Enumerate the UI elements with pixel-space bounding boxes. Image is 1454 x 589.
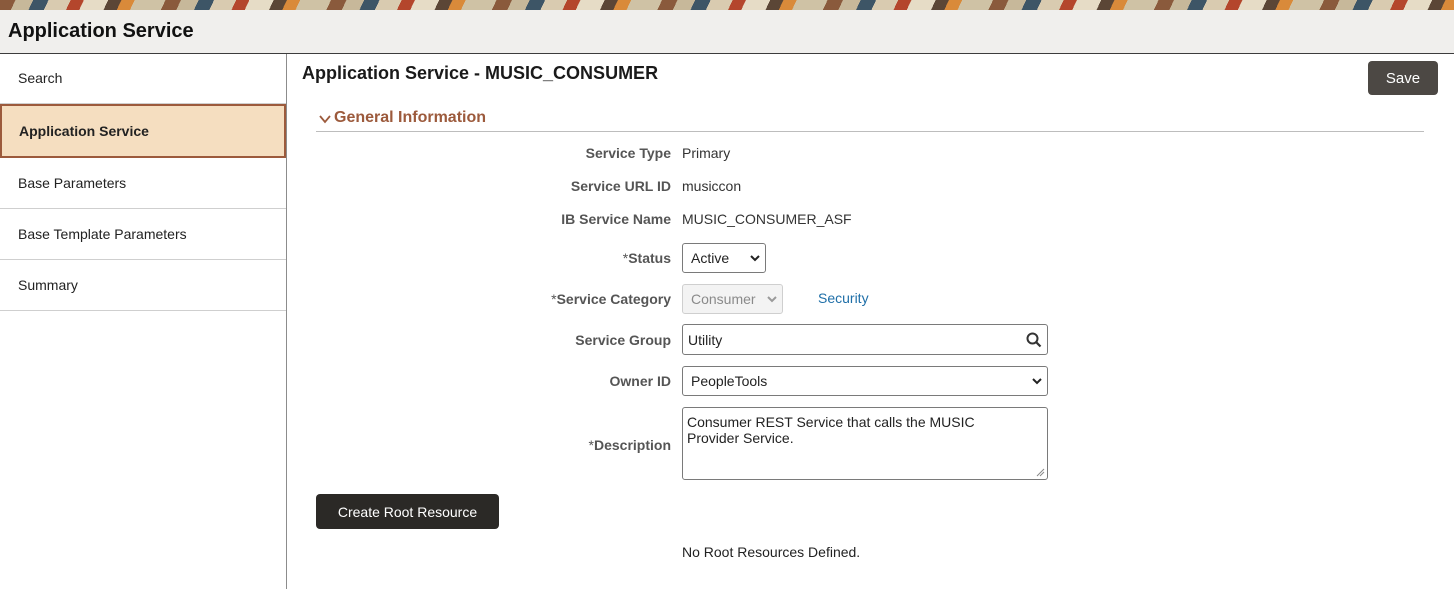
- service-category-select: Consumer: [682, 284, 783, 314]
- sidebar-item-application-service[interactable]: Application Service: [0, 104, 286, 158]
- empty-message: No Root Resources Defined.: [682, 544, 861, 560]
- main-content: Application Service - MUSIC_CONSUMER Sav…: [288, 54, 1454, 589]
- service-category-label-text: Service Category: [556, 291, 671, 307]
- description-label-text: Description: [593, 437, 671, 453]
- description-textarea[interactable]: Consumer REST Service that calls the MUS…: [682, 407, 1048, 480]
- service-group-value: Utility: [688, 332, 723, 348]
- chevron-down-icon: [750, 255, 760, 262]
- sidebar-item-base-template-parameters[interactable]: Base Template Parameters: [0, 209, 286, 260]
- sidebar-item-label: Application Service: [19, 123, 149, 139]
- search-icon[interactable]: [1026, 332, 1042, 348]
- service-group-label: Service Group: [575, 332, 671, 348]
- chevron-down-icon: [1032, 378, 1042, 385]
- sidebar-item-label: Search: [18, 70, 63, 86]
- sidebar-item-label: Base Template Parameters: [18, 226, 187, 242]
- ib-service-name-label: IB Service Name: [561, 211, 671, 227]
- service-group-input[interactable]: Utility: [682, 324, 1048, 355]
- owner-id-label: Owner ID: [609, 373, 671, 389]
- description-value: Consumer REST Service that calls the MUS…: [687, 414, 975, 446]
- security-link[interactable]: Security: [818, 290, 869, 306]
- status-label-text: Status: [628, 250, 671, 266]
- service-url-id-label: Service URL ID: [570, 178, 671, 194]
- chevron-down-icon: [767, 296, 777, 303]
- sidebar-item-search[interactable]: Search: [0, 54, 286, 104]
- service-url-id-value: musiccon: [682, 178, 742, 194]
- section-title: General Information: [334, 109, 487, 126]
- description-label: *Description: [589, 437, 671, 453]
- app-header: Application Service: [0, 10, 1454, 54]
- service-type-value: Primary: [682, 145, 731, 161]
- owner-id-select[interactable]: PeopleTools: [682, 366, 1048, 396]
- service-category-label: *Service Category: [551, 291, 671, 307]
- app-title: Application Service: [8, 20, 194, 42]
- service-category-select-value: Consumer: [691, 291, 756, 307]
- status-label: *Status: [623, 250, 671, 266]
- create-root-resource-button[interactable]: Create Root Resource: [316, 494, 499, 529]
- section-general-information[interactable]: General Information: [316, 108, 1424, 132]
- service-type-label: Service Type: [585, 145, 671, 161]
- owner-id-select-value: PeopleTools: [691, 373, 768, 389]
- sidebar-nav: Search Application Service Base Paramete…: [0, 54, 287, 589]
- decorative-banner: [0, 0, 1454, 10]
- sidebar-item-label: Base Parameters: [18, 175, 127, 191]
- resize-handle-icon[interactable]: [1036, 468, 1045, 477]
- sidebar-item-summary[interactable]: Summary: [0, 260, 286, 311]
- sidebar-item-label: Summary: [18, 277, 78, 293]
- status-select[interactable]: Active: [682, 243, 766, 273]
- ib-service-name-value: MUSIC_CONSUMER_ASF: [682, 211, 852, 227]
- chevron-down-icon: [319, 115, 331, 124]
- page-title: Application Service - MUSIC_CONSUMER: [302, 63, 659, 83]
- save-button[interactable]: Save: [1368, 61, 1438, 95]
- status-select-value: Active: [691, 250, 730, 266]
- sidebar-item-base-parameters[interactable]: Base Parameters: [0, 158, 286, 209]
